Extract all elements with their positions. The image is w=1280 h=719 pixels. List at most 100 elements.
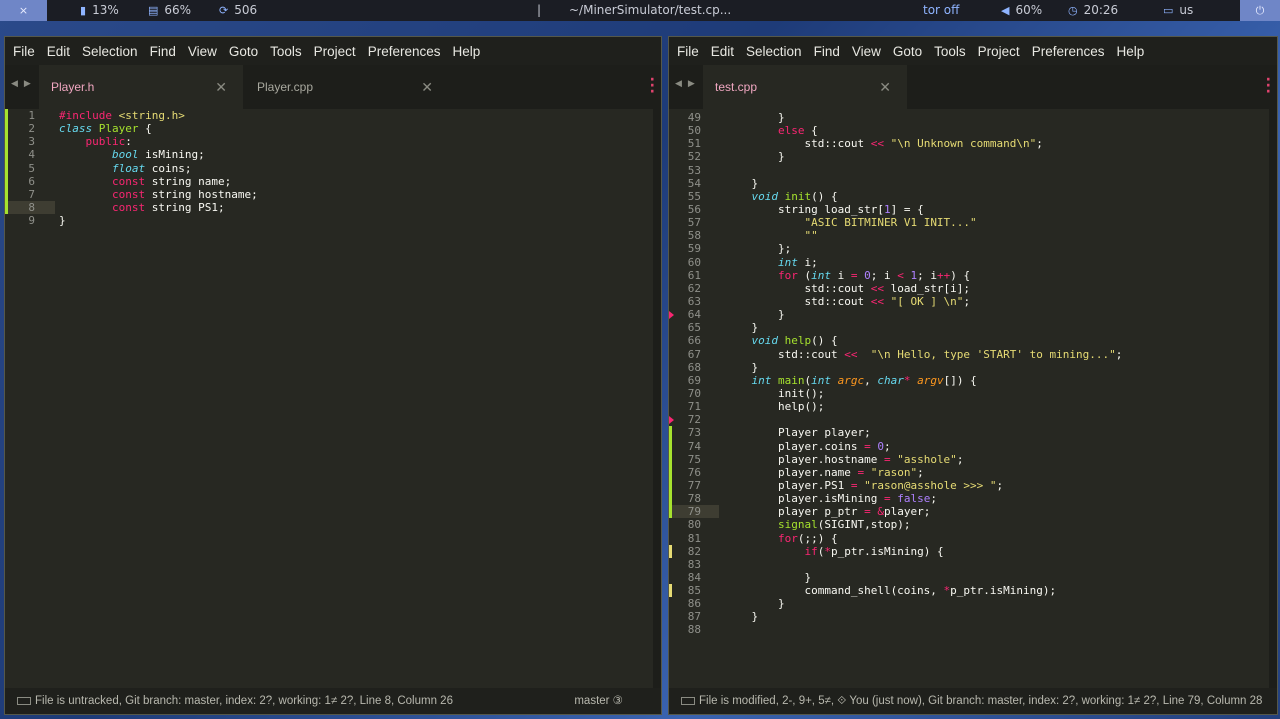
volume-indicator[interactable]: ◀ 60% xyxy=(1001,3,1042,17)
menu-file[interactable]: File xyxy=(677,44,699,59)
menu-help[interactable]: Help xyxy=(453,44,481,59)
menu-view[interactable]: View xyxy=(188,44,217,59)
code-line[interactable]: 75 player.hostname = "asshole"; xyxy=(669,452,1277,466)
menu-goto[interactable]: Goto xyxy=(893,44,922,59)
code-line[interactable]: 65 } xyxy=(669,321,1277,334)
code-line[interactable]: 74 player.coins = 0; xyxy=(669,439,1277,453)
code-line[interactable]: 68 } xyxy=(669,361,1277,374)
code-text: int i; xyxy=(777,255,818,269)
code-line[interactable]: 86 } xyxy=(669,597,1277,610)
code-line[interactable]: 55 void init() { xyxy=(669,190,1277,203)
menu-project[interactable]: Project xyxy=(978,44,1020,59)
menu-selection[interactable]: Selection xyxy=(746,44,802,59)
code-line[interactable]: 52 } xyxy=(669,150,1277,163)
code-line[interactable]: 54 } xyxy=(669,177,1277,190)
keyboard-layout[interactable]: ▭ us xyxy=(1163,3,1193,17)
code-line[interactable]: 80 signal(SIGINT,stop); xyxy=(669,518,1277,531)
clock[interactable]: ◷ 20:26 xyxy=(1068,3,1118,17)
code-line[interactable]: 78 player.isMining = false; xyxy=(669,492,1277,506)
code-line[interactable]: 67 std::cout << "\n Hello, type 'START' … xyxy=(669,348,1277,361)
tab-player-cpp[interactable]: Player.cpp ✕ xyxy=(245,65,449,109)
menu-edit[interactable]: Edit xyxy=(47,44,70,59)
code-line[interactable]: 8 const string PS1; xyxy=(5,200,661,215)
scrollbar[interactable] xyxy=(653,109,661,688)
panel-toggle-icon[interactable] xyxy=(681,697,695,705)
code-line[interactable]: 64 } xyxy=(669,308,1277,321)
power-icon[interactable]: ⏻ xyxy=(1240,0,1280,21)
code-line[interactable]: 79 player p_ptr = &player; xyxy=(669,505,1277,519)
code-line[interactable]: 50 else { xyxy=(669,124,1277,137)
code-line[interactable]: 62 std::cout << load_str[i]; xyxy=(669,282,1277,295)
menu-edit[interactable]: Edit xyxy=(711,44,734,59)
code-line[interactable]: 7 const string hostname; xyxy=(5,187,661,201)
scrollbar[interactable] xyxy=(1269,109,1277,688)
code-editor[interactable]: 49 } 50 else {51 std::cout << "\n Unknown… xyxy=(669,109,1277,688)
menu-tools[interactable]: Tools xyxy=(270,44,302,59)
tab-menu-icon[interactable]: · · · xyxy=(650,73,655,99)
title-separator: | xyxy=(537,3,542,17)
code-line[interactable]: 87 } xyxy=(669,610,1277,623)
code-line[interactable]: 1 #include <string.h> xyxy=(5,109,661,123)
code-line[interactable]: 56 string load_str[1] = { xyxy=(669,203,1277,216)
code-line[interactable]: 77 player.PS1 = "rason@asshole >>> "; xyxy=(669,478,1277,493)
code-line[interactable]: 59 }; xyxy=(669,242,1277,255)
code-line[interactable]: 6 const string name; xyxy=(5,174,661,188)
tab-nav-arrows-icon[interactable]: ◀▶ xyxy=(11,79,37,89)
code-line[interactable]: 81 for(;;) { xyxy=(669,532,1277,545)
code-line[interactable]: 70 init(); xyxy=(669,387,1277,400)
panel-toggle-icon[interactable] xyxy=(17,697,31,705)
code-line[interactable]: 60 int i; xyxy=(669,256,1277,269)
code-line[interactable]: 57 "ASIC BITMINER V1 INIT..." xyxy=(669,216,1277,229)
code-line[interactable]: 66 void help() { xyxy=(669,334,1277,347)
line-number: 59 xyxy=(687,242,701,256)
tab-nav-arrows-icon[interactable]: ◀▶ xyxy=(675,79,701,89)
menu-preferences[interactable]: Preferences xyxy=(368,44,441,59)
battery-indicator[interactable]: ▮ 13% xyxy=(80,3,119,17)
code-line[interactable]: 85 command_shell(coins, *p_ptr.isMining)… xyxy=(669,584,1277,598)
menu-view[interactable]: View xyxy=(852,44,881,59)
git-branch[interactable]: master ③ xyxy=(574,688,623,714)
menu-tools[interactable]: Tools xyxy=(934,44,966,59)
code-line[interactable]: 5 float coins; xyxy=(5,161,661,175)
workspace-close-icon[interactable]: × xyxy=(0,0,47,21)
tab-bar: ◀▶ test.cpp ✕ · · · xyxy=(669,65,1277,109)
code-line[interactable]: 3 public: xyxy=(5,135,661,149)
menu-preferences[interactable]: Preferences xyxy=(1032,44,1105,59)
code-line[interactable]: 71 help(); xyxy=(669,400,1277,413)
battery-icon: ▮ xyxy=(80,4,87,17)
code-line[interactable]: 84 } xyxy=(669,571,1277,584)
code-line[interactable]: 9} xyxy=(5,214,661,227)
close-icon[interactable]: ✕ xyxy=(879,65,891,109)
menu-file[interactable]: File xyxy=(13,44,35,59)
menu-find[interactable]: Find xyxy=(814,44,840,59)
menu-project[interactable]: Project xyxy=(314,44,356,59)
code-line[interactable]: 61 for (int i = 0; i < 1; i++) { xyxy=(669,269,1277,282)
code-line[interactable]: 53 xyxy=(669,164,1277,177)
code-line[interactable]: 69 int main(int argc, char* argv[]) { xyxy=(669,374,1277,387)
tab-test-cpp[interactable]: test.cpp ✕ xyxy=(703,65,907,109)
memory-indicator[interactable]: ▤ 66% xyxy=(148,3,191,17)
code-line[interactable]: 49 } xyxy=(669,111,1277,124)
menu-selection[interactable]: Selection xyxy=(82,44,138,59)
menu-find[interactable]: Find xyxy=(150,44,176,59)
code-line[interactable]: 63 std::cout << "[ OK ] \n"; xyxy=(669,295,1277,308)
code-line[interactable]: 76 player.name = "rason"; xyxy=(669,465,1277,479)
code-line[interactable]: 73 Player player; xyxy=(669,426,1277,440)
code-line[interactable]: 2 class Player { xyxy=(5,122,661,136)
tor-status[interactable]: tor off xyxy=(923,3,959,17)
code-line[interactable]: 51 std::cout << "\n Unknown command\n"; xyxy=(669,137,1277,150)
code-line[interactable]: 4 bool isMining; xyxy=(5,148,661,162)
code-line[interactable]: 88 xyxy=(669,623,1277,636)
menu-help[interactable]: Help xyxy=(1117,44,1145,59)
close-icon[interactable]: ✕ xyxy=(421,65,433,109)
tab-player-h[interactable]: Player.h ✕ xyxy=(39,65,243,109)
close-icon[interactable]: ✕ xyxy=(215,65,227,109)
updates-indicator[interactable]: ⟳ 506 xyxy=(219,3,257,17)
code-line[interactable]: 58 "" xyxy=(669,229,1277,242)
code-line[interactable]: 83 xyxy=(669,558,1277,571)
code-editor[interactable]: 1 #include <string.h> 2 class Player {3 pub… xyxy=(5,109,661,688)
code-line[interactable]: 72 xyxy=(669,413,1277,426)
menu-goto[interactable]: Goto xyxy=(229,44,258,59)
code-line[interactable]: 82 if(*p_ptr.isMining) { xyxy=(669,544,1277,558)
tab-menu-icon[interactable]: · · · xyxy=(1266,73,1271,99)
